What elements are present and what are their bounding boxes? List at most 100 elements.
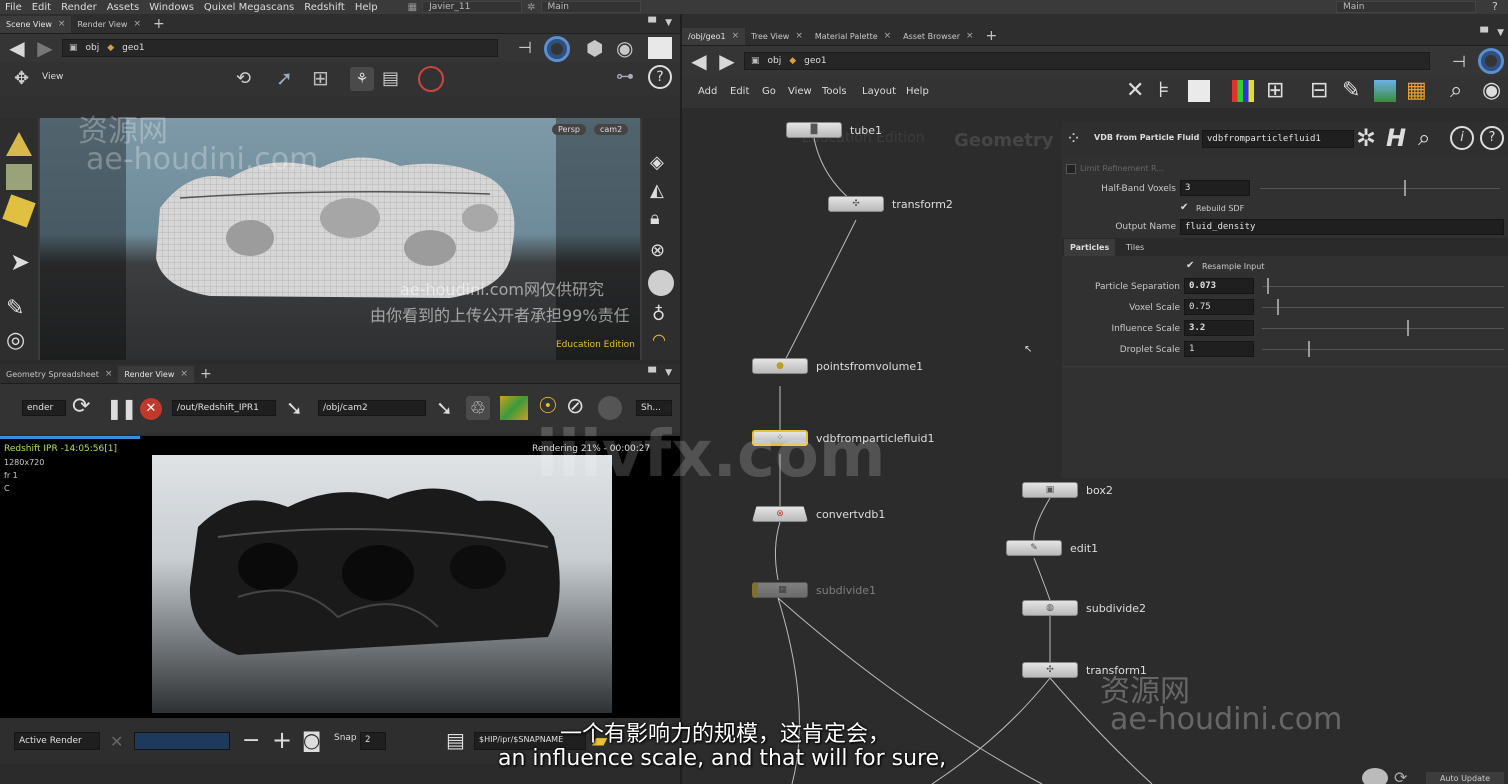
close-icon[interactable]: ✕ [110, 732, 123, 751]
back-arrow-icon[interactable]: ◀ [6, 37, 28, 59]
camera-path-field[interactable]: /obj/cam2 [318, 400, 426, 416]
info-icon[interactable]: i [1450, 126, 1474, 150]
close-icon[interactable]: × [795, 28, 803, 45]
menu-quixel[interactable]: Quixel Megascans [199, 2, 299, 13]
influence-scale-slider[interactable] [1262, 320, 1504, 336]
render-field[interactable]: ender [22, 400, 66, 416]
tab-render-view[interactable]: Render View × [71, 16, 147, 33]
network-menu-add[interactable]: Add [698, 86, 717, 97]
sun-icon[interactable]: ◠ [652, 330, 666, 349]
rotate-icon[interactable]: ⟲ [236, 68, 251, 89]
gear-icon[interactable]: ✲ [1356, 124, 1376, 152]
tab-particles[interactable]: Particles [1064, 239, 1116, 256]
camera-icon[interactable]: ◙ [302, 728, 321, 752]
close-icon[interactable]: × [966, 28, 974, 45]
pick-camera-icon[interactable]: ➘ [436, 396, 453, 420]
path-geo[interactable]: geo1 [804, 56, 826, 66]
rop-path-field[interactable]: /out/Redshift_IPR1 [172, 400, 276, 416]
status-globe-icon[interactable] [1362, 768, 1388, 784]
select-object-icon[interactable] [6, 132, 32, 156]
link-icon[interactable] [1478, 48, 1504, 74]
viewport[interactable]: ➤ ✎ ◎ Persp cam2 Education Edition ◈ ◭ 🔒… [0, 114, 680, 360]
close-icon[interactable]: × [884, 28, 892, 45]
bulb-icon[interactable]: ♁ [652, 304, 665, 325]
search-icon[interactable]: ⌕ [1450, 78, 1462, 103]
pause-icon[interactable]: ❚❚ [106, 396, 137, 420]
help-icon[interactable]: ? [1480, 126, 1504, 150]
pin-icon[interactable]: ⊣ [1452, 52, 1466, 71]
tab-asset-browser[interactable]: Asset Browser × [897, 28, 979, 45]
forward-arrow-icon[interactable]: ▶ [34, 37, 56, 59]
droplet-scale-slider[interactable] [1262, 341, 1504, 357]
link-icon[interactable] [544, 36, 570, 62]
menu-render[interactable]: Render [56, 2, 102, 13]
add-tab-icon[interactable]: + [980, 28, 1004, 45]
node-name-field[interactable]: vdbfromparticlefluid1 [1202, 130, 1354, 148]
cube-icon[interactable]: ⬢ [586, 36, 603, 60]
handle-icon[interactable]: ◎ [6, 328, 25, 353]
help-icon[interactable]: ? [1492, 0, 1498, 13]
status-refresh-icon[interactable]: ⟳ [1394, 768, 1407, 784]
particle-separation-field[interactable]: 0.073 [1184, 278, 1254, 294]
network-menu-edit[interactable]: Edit [730, 86, 749, 97]
select-arrow-icon[interactable]: ➚ [276, 66, 293, 90]
search-icon[interactable]: ⌕ [1418, 126, 1430, 151]
maximize-icon[interactable]: ▀ [648, 18, 656, 29]
snap-icon[interactable]: ⚘ [350, 67, 374, 91]
dot-icon[interactable] [598, 396, 622, 420]
slider-knob[interactable] [1407, 320, 1410, 336]
desktop-select[interactable]: Javier_11 [422, 1, 523, 13]
box-icon[interactable]: ▦ [1406, 78, 1427, 103]
light-icon[interactable] [648, 270, 674, 296]
tab-obj-geo1[interactable]: /obj/geo1 × [682, 28, 746, 45]
pointer-icon[interactable]: ➤ [10, 248, 30, 276]
refresh-icon[interactable]: ⟳ [72, 394, 90, 419]
record-icon[interactable] [418, 66, 444, 92]
snapshot-slider[interactable] [134, 732, 230, 750]
menu-edit[interactable]: Edit [27, 2, 56, 13]
close-icon[interactable]: × [732, 28, 740, 45]
persp-menu[interactable]: Persp [552, 124, 586, 135]
note-icon[interactable]: ✎ [1342, 78, 1360, 103]
plus-icon[interactable]: + [272, 726, 292, 754]
close-icon[interactable]: × [105, 366, 113, 383]
half-band-field[interactable]: 3 [1180, 180, 1250, 196]
particle-separation-slider[interactable] [1262, 278, 1504, 294]
snap-number-field[interactable]: 2 [360, 732, 386, 750]
network-menu-help[interactable]: Help [906, 86, 929, 97]
eye-icon[interactable]: ◉ [1482, 78, 1501, 103]
add-tab-icon[interactable]: + [147, 16, 171, 33]
node-subdivide2[interactable]: ◍ subdivide2 [1022, 600, 1146, 616]
context-select[interactable]: Main [540, 1, 641, 13]
white-panel-icon[interactable] [648, 37, 672, 59]
close-icon[interactable]: × [58, 16, 66, 33]
tab-tiles[interactable]: Tiles [1120, 239, 1150, 256]
scene-path-field[interactable]: ▣ obj ◆ geo1 [62, 39, 498, 57]
right-desktop-select[interactable]: Main [1336, 1, 1476, 13]
network-menu-tools[interactable]: Tools [822, 86, 847, 97]
output-name-field[interactable]: fluid_density [1180, 219, 1504, 235]
view-icon[interactable]: ✥ [14, 68, 29, 89]
close-circle-icon[interactable]: ⊗ [650, 240, 665, 261]
screen-icon[interactable]: ⊟ [1310, 78, 1328, 103]
forward-arrow-icon[interactable]: ▶ [716, 50, 738, 72]
influence-scale-field[interactable]: 3.2 [1184, 320, 1254, 336]
close-icon[interactable]: × [133, 16, 141, 33]
pane-divider[interactable] [680, 14, 682, 784]
limit-refinement-checkbox[interactable] [1066, 164, 1076, 174]
node-tube1[interactable]: ▐▌ tube1 [786, 122, 882, 138]
bulb-icon[interactable]: ☉ [538, 394, 558, 419]
node-pointsfromvolume1[interactable]: ● pointsfromvolume1 [752, 358, 923, 374]
shader-field[interactable]: Sh... [636, 400, 672, 416]
ghost-icon[interactable]: ◭ [650, 180, 664, 201]
tab-geometry-spreadsheet[interactable]: Geometry Spreadsheet × [0, 366, 118, 383]
half-band-slider[interactable] [1260, 180, 1500, 196]
brush-icon[interactable]: ✎ [6, 296, 24, 321]
add-tab-icon[interactable]: + [194, 366, 218, 383]
image-icon[interactable] [1374, 80, 1396, 102]
resample-input-check-icon[interactable]: ✔ [1186, 260, 1194, 271]
tools-icon[interactable]: ✕ [1126, 78, 1144, 103]
tab-tree-view[interactable]: Tree View × [745, 28, 809, 45]
recycle-icon[interactable]: ♲ [466, 396, 490, 420]
view-label[interactable]: View [42, 72, 63, 82]
